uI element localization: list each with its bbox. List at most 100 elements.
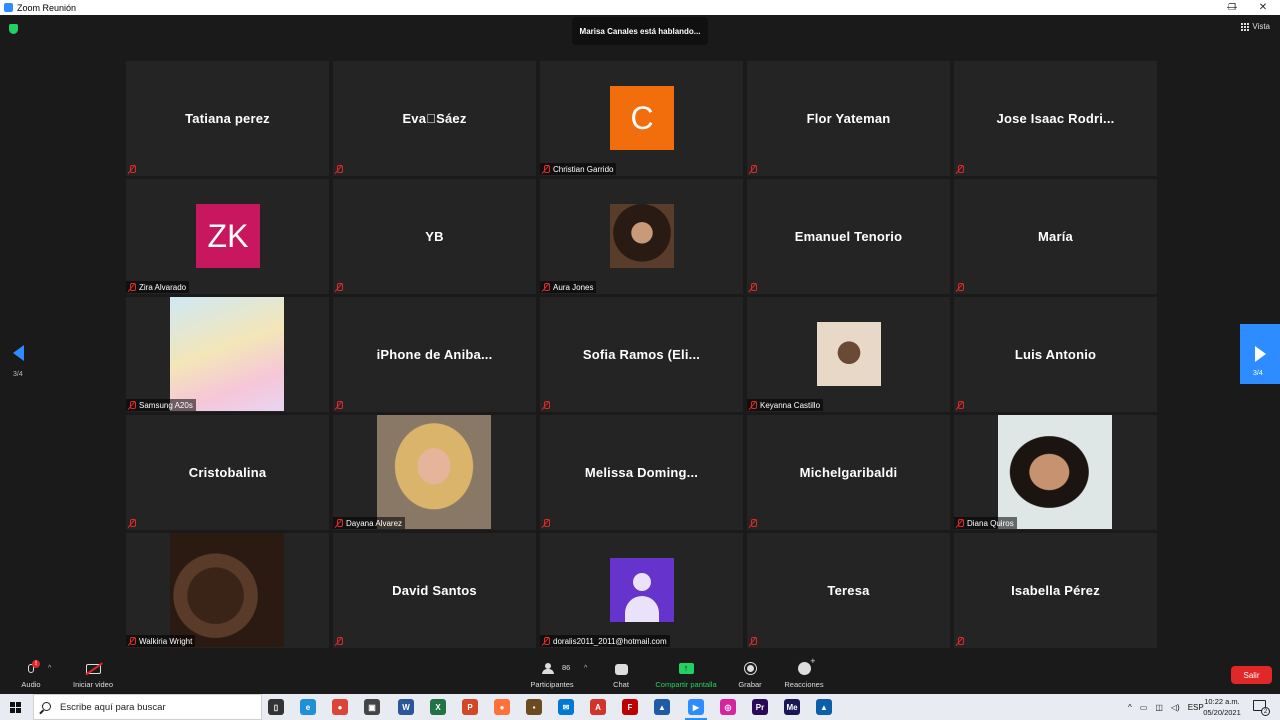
participant-tile[interactable]: Keyanna Castillo [747,297,950,412]
participant-tile[interactable]: doralis2011_2011@hotmail.com [540,533,743,648]
app-blue-taskbar-icon[interactable]: ▲ [654,699,670,715]
participant-tile[interactable]: Samsung A20s [126,297,329,412]
battery-icon[interactable]: ▭ [1140,703,1148,712]
participant-name-label: Zira Alvarado [126,281,190,293]
mail-taskbar-icon[interactable]: ✉ [558,699,574,715]
participant-name-label [333,281,346,293]
muted-mic-icon [542,164,550,174]
reactions-button[interactable]: Reacciones [782,656,826,694]
tray-chevron-icon[interactable]: ^ [1128,703,1132,712]
firefox-taskbar-icon[interactable]: ● [494,699,510,715]
network-icon[interactable]: ◫ [1155,703,1163,712]
muted-mic-icon [335,518,343,528]
participant-tile[interactable]: Flor Yateman [747,61,950,176]
muted-mic-icon [749,164,757,174]
store-taskbar-icon[interactable]: ▣ [364,699,380,715]
audio-options-caret[interactable]: ^ [48,665,51,672]
taskbar-clock[interactable]: 10:22 a.m. 05/20/2021 [1196,696,1248,718]
participant-tile[interactable]: Emanuel Tenorio [747,179,950,294]
participant-tile[interactable]: Walkiria Wright [126,533,329,648]
volume-icon[interactable]: ◁) [1171,703,1180,712]
page-indicator-right: 3/4 [1253,370,1263,377]
share-screen-label: Compartir pantalla [655,680,717,689]
muted-mic-icon [128,518,136,528]
leave-meeting-button[interactable]: Salir [1231,666,1272,684]
windows-start-icon[interactable] [10,702,21,713]
participant-display-name: Eva Sáez [402,111,467,126]
participant-tile[interactable]: Melissa Doming... [540,415,743,530]
participant-label-text: Christian Garrido [553,164,614,174]
app-brown-taskbar-icon[interactable]: ▪ [526,699,542,715]
chrome-taskbar-icon[interactable]: ● [332,699,348,715]
participant-tile[interactable]: David Santos [333,533,536,648]
record-button[interactable]: Grabar [734,656,766,694]
participant-tile[interactable]: Eva Sáez [333,61,536,176]
participant-tile[interactable]: Michelgaribaldi [747,415,950,530]
participant-display-name: Jose Isaac Rodri... [996,111,1115,126]
media-encoder-taskbar-icon[interactable]: Me [784,699,800,715]
photos-taskbar-icon[interactable]: ▲ [816,699,832,715]
audio-button[interactable]: ! Audio [14,656,48,694]
participant-tile[interactable]: Teresa [747,533,950,648]
taskbar-search-box[interactable]: Escribe aquí para buscar [33,694,262,720]
participant-name-label: doralis2011_2011@hotmail.com [540,635,670,647]
participant-tile[interactable]: Tatiana perez [126,61,329,176]
participant-tile[interactable]: Cristobalina [126,415,329,530]
chat-button[interactable]: Chat [606,656,636,694]
shield-icon[interactable] [9,24,18,34]
participant-tile[interactable]: Dayana Alvarez [333,415,536,530]
participant-tile[interactable]: C Christian Garrido [540,61,743,176]
muted-mic-icon [542,518,550,528]
participants-options-caret[interactable]: ^ [584,665,587,672]
start-video-button[interactable]: Iniciar video [64,656,122,694]
muted-mic-icon [335,282,343,292]
audio-label: Audio [21,680,41,689]
maximize-button[interactable]: ❐ [1217,0,1247,15]
participant-tile[interactable]: YB [333,179,536,294]
share-screen-button[interactable]: ↑ Compartir pantalla [650,656,722,694]
participant-video-feed [817,322,881,386]
acrobat-taskbar-icon[interactable]: A [590,699,606,715]
participant-tile[interactable]: ZK Zira Alvarado [126,179,329,294]
participant-tile[interactable]: Sofia Ramos (Eli... [540,297,743,412]
participant-tile[interactable]: Luis Antonio [954,297,1157,412]
instagram-taskbar-icon[interactable]: ◎ [720,699,736,715]
audio-warning-badge: ! [32,660,40,668]
muted-mic-icon [128,636,136,646]
record-label: Grabar [738,680,762,689]
task-view-taskbar-icon[interactable]: ▯ [268,699,284,715]
next-page-button[interactable]: 3/4 [1240,324,1280,384]
participant-tile[interactable]: Diana Quiros [954,415,1157,530]
close-button[interactable]: ✕ [1248,0,1278,15]
clock-time: 10:22 a.m. [1204,697,1240,706]
participants-label: Participantes [530,680,574,689]
participant-name-label: Aura Jones [540,281,597,293]
previous-page-button[interactable]: 3/4 [8,345,30,385]
participant-tile[interactable]: iPhone de Aniba... [333,297,536,412]
participant-name-label [540,517,553,529]
participant-display-name: Melissa Doming... [584,465,699,480]
participant-video-feed [170,297,284,411]
participant-tile[interactable]: Aura Jones [540,179,743,294]
powerpoint-taskbar-icon[interactable]: P [462,699,478,715]
participants-button[interactable]: 86 Participantes [524,656,580,694]
participant-label-text: doralis2011_2011@hotmail.com [553,636,667,646]
search-icon [42,702,51,711]
participant-name-label: Samsung A20s [126,399,196,411]
notification-count: 2 [1261,707,1270,716]
participant-display-name: Isabella Pérez [1011,583,1100,598]
edge-taskbar-icon[interactable]: e [300,699,316,715]
premiere-taskbar-icon[interactable]: Pr [752,699,768,715]
participant-name-label [954,163,967,175]
view-button[interactable]: Vista [1241,22,1270,31]
participant-tile[interactable]: Jose Isaac Rodri... [954,61,1157,176]
excel-taskbar-icon[interactable]: X [430,699,446,715]
participants-icon [542,663,558,674]
participant-tile[interactable]: María [954,179,1157,294]
zoom-taskbar-icon[interactable]: ▶ [685,699,707,720]
participant-name-label: Diana Quiros [954,517,1017,529]
filezilla-taskbar-icon[interactable]: F [622,699,638,715]
participant-name-label [747,635,760,647]
participant-tile[interactable]: Isabella Pérez [954,533,1157,648]
word-taskbar-icon[interactable]: W [398,699,414,715]
